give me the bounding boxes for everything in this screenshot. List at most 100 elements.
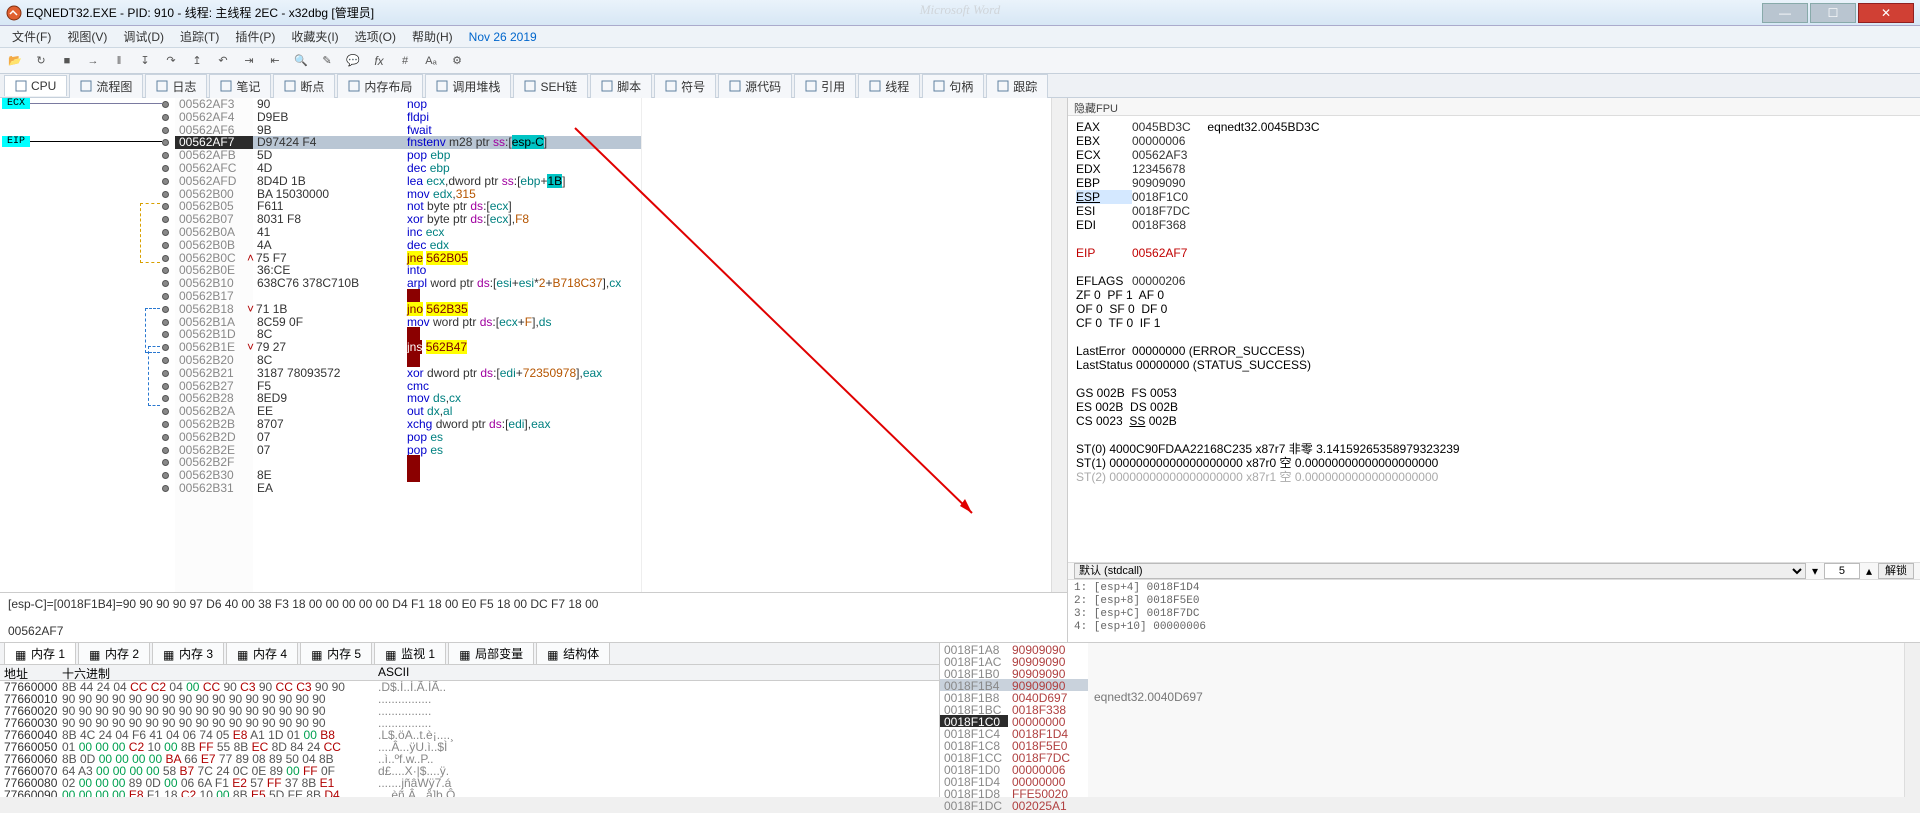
disasm-row[interactable]: xor dword ptr ds:[edi+72350978],eax bbox=[403, 367, 641, 380]
addr-row[interactable]: 00562AFD bbox=[175, 175, 253, 188]
disasm-bytes[interactable]: 90D9EB9BD97424 F45D4D8D4D 1BBA 15030000F… bbox=[253, 98, 403, 592]
bytes-row[interactable]: ˅79 27 bbox=[253, 341, 403, 354]
menu-options[interactable]: 选项(O) bbox=[347, 26, 404, 47]
args-spin-down-icon[interactable]: ▾ bbox=[1812, 564, 1818, 578]
dump-tab-内存 5[interactable]: ▦内存 5 bbox=[300, 642, 372, 665]
stack-panel[interactable]: 0018F1A8909090900018F1AC909090900018F1B0… bbox=[940, 643, 1920, 797]
bytes-row[interactable]: EA bbox=[253, 482, 403, 495]
disasm-row[interactable] bbox=[403, 469, 641, 482]
dump-tab-结构体[interactable]: ▦结构体 bbox=[536, 642, 610, 665]
tool-pause-icon[interactable]: ‖ bbox=[108, 50, 130, 72]
bytes-row[interactable]: 4A bbox=[253, 239, 403, 252]
tool-tracein-icon[interactable]: ⇥ bbox=[238, 50, 260, 72]
bytes-row[interactable]: EE bbox=[253, 405, 403, 418]
bytes-row[interactable]: 5D bbox=[253, 149, 403, 162]
menu-help[interactable]: 帮助(H) bbox=[404, 26, 461, 47]
bytes-row[interactable]: 638C76 378C710B bbox=[253, 277, 403, 290]
dump-tab-内存 4[interactable]: ▦内存 4 bbox=[226, 642, 298, 665]
breakpoint-dot[interactable] bbox=[162, 178, 169, 185]
menu-debug[interactable]: 调试(D) bbox=[115, 26, 172, 47]
dump-tab-局部变量[interactable]: ▦局部变量 bbox=[448, 642, 534, 665]
args-spin-up-icon[interactable]: ▴ bbox=[1866, 564, 1872, 578]
bytes-row[interactable]: 4D bbox=[253, 162, 403, 175]
tab-引用[interactable]: 引用 bbox=[794, 74, 856, 98]
tab-流程图[interactable]: 流程图 bbox=[69, 74, 143, 98]
stack-row[interactable]: 0018F1B80040D697 bbox=[940, 691, 1088, 703]
tool-stepin-icon[interactable]: ↧ bbox=[134, 50, 156, 72]
breakpoint-dot[interactable] bbox=[162, 114, 169, 121]
disasm-row[interactable]: jne 562B05 bbox=[403, 252, 641, 265]
menu-fav[interactable]: 收藏夹(I) bbox=[283, 26, 346, 47]
tab-日志[interactable]: 日志 bbox=[145, 74, 207, 98]
breakpoint-dot[interactable] bbox=[162, 293, 169, 300]
bytes-row[interactable] bbox=[253, 290, 403, 303]
close-button[interactable]: ✕ bbox=[1858, 3, 1914, 23]
tab-脚本[interactable]: 脚本 bbox=[590, 74, 652, 98]
bytes-row[interactable]: 07 bbox=[253, 431, 403, 444]
stack-scrollbar[interactable] bbox=[1904, 643, 1920, 797]
disasm-text[interactable]: nopfldpifwaitfnstenv m28 ptr ss:[esp-C]p… bbox=[403, 98, 641, 592]
stack-row[interactable]: 0018F1C40018F1D4 bbox=[940, 727, 1088, 739]
tab-内存布局[interactable]: 内存布局 bbox=[337, 74, 423, 98]
tool-stepout-icon[interactable]: ↥ bbox=[186, 50, 208, 72]
calling-convention-select[interactable]: 默认 (stdcall) bbox=[1074, 563, 1806, 579]
stack-row[interactable]: 0018F1C000000000 bbox=[940, 715, 1088, 727]
tool-hash-icon[interactable]: # bbox=[394, 50, 416, 72]
stack-row[interactable]: 0018F1BC0018F338 bbox=[940, 703, 1088, 715]
breakpoint-dot[interactable] bbox=[162, 395, 169, 402]
tool-search-icon[interactable]: 🔍 bbox=[290, 50, 312, 72]
addr-row[interactable]: 00562B2B bbox=[175, 418, 253, 431]
addr-row[interactable]: 00562B0B bbox=[175, 239, 253, 252]
tool-fx-icon[interactable]: fx bbox=[368, 50, 390, 72]
tool-az-icon[interactable]: Aₐ bbox=[420, 50, 442, 72]
tab-跟踪[interactable]: 跟踪 bbox=[986, 74, 1048, 98]
tab-SEH链[interactable]: SEH链 bbox=[513, 74, 588, 98]
disasm-row[interactable]: pop es bbox=[403, 444, 641, 457]
dump-body[interactable]: 776600008B 44 24 04 CC C2 04 00 CC 90 C3… bbox=[0, 681, 939, 797]
tab-句柄[interactable]: 句柄 bbox=[922, 74, 984, 98]
breakpoint-dot[interactable] bbox=[162, 434, 169, 441]
addr-row[interactable]: 00562B0A bbox=[175, 226, 253, 239]
dump-tab-内存 3[interactable]: ▦内存 3 bbox=[152, 642, 224, 665]
disasm-scrollbar[interactable] bbox=[1051, 98, 1067, 592]
tool-stepback-icon[interactable]: ↶ bbox=[212, 50, 234, 72]
bytes-row[interactable]: 07 bbox=[253, 444, 403, 457]
breakpoint-dot[interactable] bbox=[162, 485, 169, 492]
tab-调用堆栈[interactable]: 调用堆栈 bbox=[425, 74, 511, 98]
breakpoint-dot[interactable] bbox=[162, 459, 169, 466]
disasm-panel[interactable]: ECX EIP 00562AF300562AF400562AF600562AF7… bbox=[0, 98, 1067, 592]
stack-row[interactable]: 0018F1D400000000 bbox=[940, 775, 1088, 787]
bytes-row[interactable]: D97424 F4 bbox=[253, 136, 403, 149]
breakpoint-dot[interactable] bbox=[162, 357, 169, 364]
disasm-row[interactable]: jns 562B47 bbox=[403, 341, 641, 354]
breakpoint-dot[interactable] bbox=[162, 331, 169, 338]
bytes-row[interactable]: 8D4D 1B bbox=[253, 175, 403, 188]
addr-row[interactable]: 00562B31 bbox=[175, 482, 253, 495]
stack-row[interactable]: 0018F1CC0018F7DC bbox=[940, 751, 1088, 763]
dump-tab-监视 1[interactable]: ▦监视 1 bbox=[374, 642, 446, 665]
breakpoint-dot[interactable] bbox=[162, 101, 169, 108]
disasm-row[interactable] bbox=[403, 456, 641, 469]
breakpoint-dot[interactable] bbox=[162, 383, 169, 390]
breakpoint-dot[interactable] bbox=[162, 472, 169, 479]
stack-row[interactable]: 0018F1D000000006 bbox=[940, 763, 1088, 775]
breakpoint-dot[interactable] bbox=[162, 421, 169, 428]
breakpoint-dot[interactable] bbox=[162, 165, 169, 172]
menu-view[interactable]: 视图(V) bbox=[59, 26, 115, 47]
breakpoint-dot[interactable] bbox=[162, 255, 169, 262]
stack-row[interactable]: 0018F1D8FFE50020 bbox=[940, 787, 1088, 799]
registers-panel[interactable]: EAX0045BD3C eqnedt32.0045BD3CEBX00000006… bbox=[1068, 116, 1920, 562]
dump-tab-内存 1[interactable]: ▦内存 1 bbox=[4, 642, 76, 665]
tab-断点[interactable]: 断点 bbox=[273, 74, 335, 98]
breakpoint-dot[interactable] bbox=[162, 229, 169, 236]
breakpoint-dot[interactable] bbox=[162, 408, 169, 415]
bytes-row[interactable]: D9EB bbox=[253, 111, 403, 124]
breakpoint-dot[interactable] bbox=[162, 191, 169, 198]
tab-符号[interactable]: 符号 bbox=[654, 74, 716, 98]
disasm-row[interactable] bbox=[403, 290, 641, 303]
stack-row[interactable]: 0018F1B090909090 bbox=[940, 667, 1088, 679]
addr-row[interactable]: 00562B21 bbox=[175, 367, 253, 380]
tool-run-icon[interactable]: → bbox=[82, 50, 104, 72]
menu-trace[interactable]: 追踪(T) bbox=[172, 26, 227, 47]
bytes-row[interactable]: 8031 F8 bbox=[253, 213, 403, 226]
